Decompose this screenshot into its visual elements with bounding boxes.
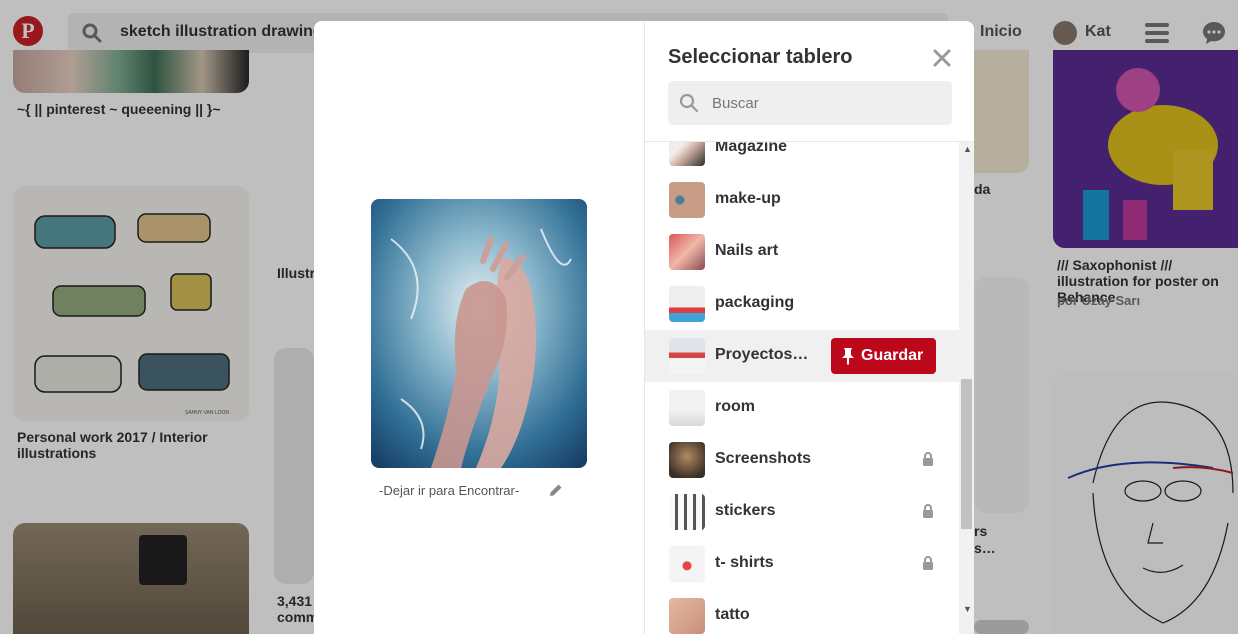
board-thumbnail [669,598,705,634]
board-thumbnail [669,286,705,322]
board-item-tatto[interactable]: tatto [645,590,960,634]
board-thumbnail [669,442,705,478]
board-thumbnail [669,234,705,270]
board-thumbnail [669,338,705,374]
board-item-room[interactable]: room [645,382,960,434]
board-name: room [715,398,755,415]
board-name: Nails art [715,242,779,259]
board-name: t- shirts [715,554,774,571]
select-board-modal: -Dejar ir para Encontrar- Seleccionar ta… [314,21,974,634]
board-name: make-up [715,190,781,207]
pin-description: -Dejar ir para Encontrar- [379,483,520,498]
search-icon [679,93,699,113]
board-thumbnail [669,494,705,530]
scroll-down-icon[interactable]: ▼ [963,604,972,614]
board-thumbnail [669,546,705,582]
board-name: Screenshots [715,450,812,467]
board-item-screenshots[interactable]: Screenshots [645,434,960,486]
pin-icon [842,348,854,365]
close-icon[interactable] [931,47,953,69]
save-button-label: Guardar [861,347,924,364]
edit-pencil-icon[interactable] [548,482,564,498]
board-list-scrollbar-thumb[interactable] [961,379,972,529]
board-picker-pane: Seleccionar tablero Magazine make-up Nai… [645,21,974,634]
pin-preview-image [371,199,587,468]
board-search-field[interactable] [668,81,952,125]
watercolor-hands-artwork [371,199,587,468]
board-name: Proyectos… [715,346,809,363]
scroll-up-icon[interactable]: ▲ [963,144,972,154]
lock-icon [923,452,933,466]
board-search-input[interactable] [712,92,932,114]
modal-title: Seleccionar tablero [668,46,853,68]
board-name: stickers [715,502,776,519]
pin-preview-pane: -Dejar ir para Encontrar- [314,21,645,634]
board-item-make-up[interactable]: make-up [645,174,960,226]
board-list[interactable]: Magazine make-up Nails art packaging Pro… [645,141,974,634]
board-thumbnail [669,390,705,426]
board-item-stickers[interactable]: stickers [645,486,960,538]
board-name: tatto [715,606,750,623]
board-item-proyectos[interactable]: Proyectos… Guardar [645,330,960,382]
board-item-t-shirts[interactable]: t- shirts [645,538,960,590]
save-button[interactable]: Guardar [831,338,936,374]
board-name: packaging [715,294,795,311]
board-name: Magazine [715,141,788,155]
board-item-packaging[interactable]: packaging [645,278,960,330]
board-thumbnail [669,182,705,218]
board-thumbnail [669,142,705,166]
lock-icon [923,504,933,518]
board-item-nails-art[interactable]: Nails art [645,226,960,278]
board-item-magazine[interactable]: Magazine [645,141,960,174]
lock-icon [923,556,933,570]
